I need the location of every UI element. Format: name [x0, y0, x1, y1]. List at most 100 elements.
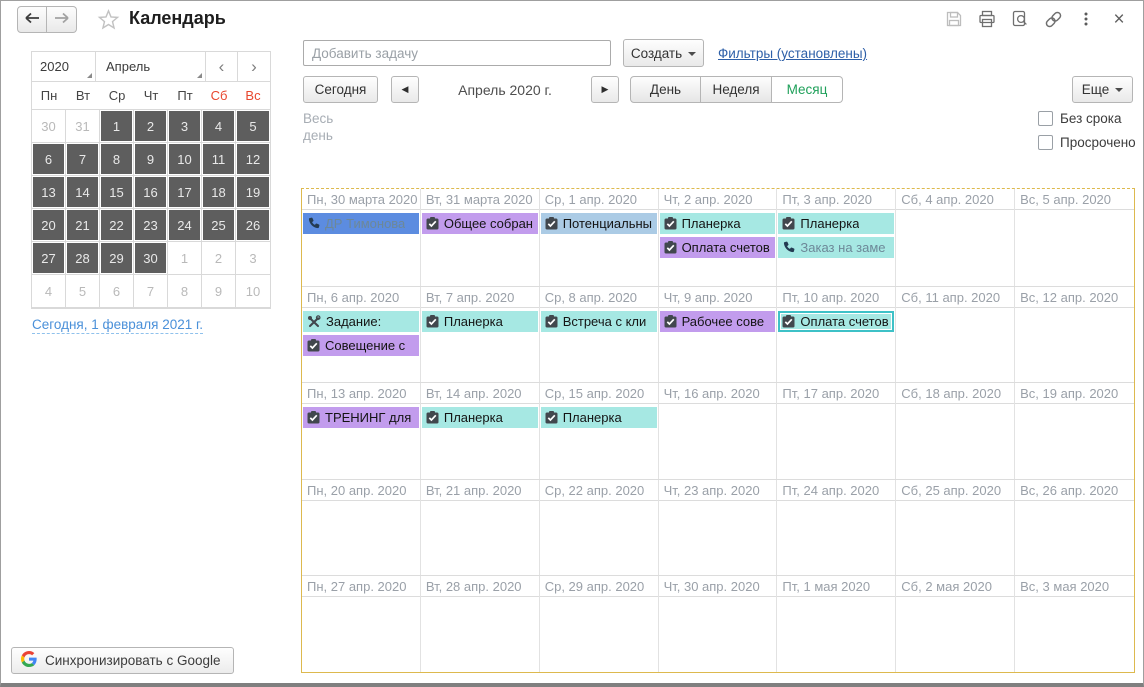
day-cell[interactable]: Пт, 1 мая 2020 [777, 576, 896, 672]
mini-day-cell[interactable]: 1 [168, 242, 202, 275]
calendar-event[interactable]: Оплата счетов [660, 237, 776, 258]
day-cell[interactable]: Пн, 20 апр. 2020 [302, 480, 421, 576]
mini-day-cell[interactable]: 19 [236, 176, 270, 209]
checkbox-icon[interactable] [1038, 111, 1053, 126]
year-select[interactable]: 2020 [32, 52, 96, 81]
forward-button[interactable] [47, 6, 77, 33]
filter-checkbox-row[interactable]: Просрочено [1038, 135, 1136, 150]
day-cell[interactable]: Вт, 31 марта 2020Общее собран [421, 189, 540, 286]
day-cell[interactable]: Ср, 22 апр. 2020 [540, 480, 659, 576]
mini-day-cell[interactable]: 22 [100, 209, 134, 242]
mini-day-cell[interactable]: 2 [134, 110, 168, 143]
create-button[interactable]: Создать [623, 39, 704, 67]
day-cell[interactable]: Вт, 14 апр. 2020Планерка [421, 383, 540, 479]
day-cell[interactable]: Сб, 11 апр. 2020 [896, 287, 1015, 383]
day-cell[interactable]: Чт, 9 апр. 2020Рабочее сове [659, 287, 778, 383]
day-cell[interactable]: Пт, 17 апр. 2020 [777, 383, 896, 479]
next-period-button[interactable]: ▶ [591, 76, 619, 103]
save-icon[interactable] [944, 9, 964, 29]
day-cell[interactable]: Сб, 4 апр. 2020 [896, 189, 1015, 286]
mini-day-cell[interactable]: 1 [100, 110, 134, 143]
mini-day-cell[interactable]: 9 [134, 143, 168, 176]
day-cell[interactable]: Ср, 29 апр. 2020 [540, 576, 659, 672]
day-cell[interactable]: Пн, 13 апр. 2020ТРЕНИНГ для [302, 383, 421, 479]
calendar-event[interactable]: Общее собран [422, 213, 538, 234]
view-tab[interactable]: Неделя [701, 76, 772, 103]
day-cell[interactable]: Пн, 30 марта 2020ДР Тимонова [302, 189, 421, 286]
filter-checkbox-row[interactable]: Без срока [1038, 111, 1136, 126]
day-cell[interactable]: Вт, 28 апр. 2020 [421, 576, 540, 672]
day-cell[interactable]: Вс, 12 апр. 2020 [1015, 287, 1134, 383]
mini-day-cell[interactable]: 18 [202, 176, 236, 209]
mini-day-cell[interactable]: 31 [66, 110, 100, 143]
day-cell[interactable]: Пт, 10 апр. 2020Оплата счетов [777, 287, 896, 383]
calendar-event[interactable]: ДР Тимонова [303, 213, 419, 234]
mini-day-cell[interactable]: 14 [66, 176, 100, 209]
mini-day-cell[interactable]: 9 [202, 275, 236, 308]
calendar-event[interactable]: Планерка [778, 213, 894, 234]
day-cell[interactable]: Сб, 2 мая 2020 [896, 576, 1015, 672]
day-cell[interactable]: Вс, 3 мая 2020 [1015, 576, 1134, 672]
mini-day-cell[interactable]: 15 [100, 176, 134, 209]
view-tab[interactable]: День [630, 76, 701, 103]
more-icon[interactable] [1076, 9, 1096, 29]
mini-day-cell[interactable]: 7 [66, 143, 100, 176]
calendar-event[interactable]: Совещение с [303, 335, 419, 356]
mini-day-cell[interactable]: 21 [66, 209, 100, 242]
calendar-event[interactable]: ТРЕНИНГ для [303, 407, 419, 428]
calendar-event[interactable]: Оплата счетов [778, 311, 894, 332]
mini-next-month-button[interactable]: › [238, 52, 270, 81]
mini-day-cell[interactable]: 4 [32, 275, 66, 308]
favorite-star-icon[interactable] [97, 8, 120, 34]
mini-day-cell[interactable]: 30 [134, 242, 168, 275]
day-cell[interactable]: Ср, 15 апр. 2020Планерка [540, 383, 659, 479]
more-button[interactable]: Еще [1072, 76, 1133, 103]
calendar-event[interactable]: Планерка [422, 311, 538, 332]
today-button[interactable]: Сегодня [303, 76, 378, 103]
mini-day-cell[interactable]: 3 [168, 110, 202, 143]
mini-day-cell[interactable]: 10 [168, 143, 202, 176]
day-cell[interactable]: Чт, 16 апр. 2020 [659, 383, 778, 479]
mini-day-cell[interactable]: 27 [32, 242, 66, 275]
mini-day-cell[interactable]: 29 [100, 242, 134, 275]
day-cell[interactable]: Ср, 8 апр. 2020Встреча с кли [540, 287, 659, 383]
calendar-event[interactable]: Встреча с кли [541, 311, 657, 332]
mini-day-cell[interactable]: 23 [134, 209, 168, 242]
day-cell[interactable]: Чт, 2 апр. 2020ПланеркаОплата счетов [659, 189, 778, 286]
mini-day-cell[interactable]: 4 [202, 110, 236, 143]
print-icon[interactable] [977, 9, 997, 29]
mini-day-cell[interactable]: 3 [236, 242, 270, 275]
google-sync-button[interactable]: Синхронизировать с Google [11, 647, 234, 674]
day-cell[interactable]: Вс, 5 апр. 2020 [1015, 189, 1134, 286]
mini-day-cell[interactable]: 28 [66, 242, 100, 275]
day-cell[interactable]: Вт, 21 апр. 2020 [421, 480, 540, 576]
calendar-event[interactable]: Планерка [541, 407, 657, 428]
calendar-event[interactable]: Планерка [422, 407, 538, 428]
mini-day-cell[interactable]: 6 [100, 275, 134, 308]
close-icon[interactable]: × [1109, 9, 1129, 29]
back-button[interactable] [17, 6, 47, 33]
link-icon[interactable] [1043, 9, 1063, 29]
mini-day-cell[interactable]: 11 [202, 143, 236, 176]
mini-day-cell[interactable]: 25 [202, 209, 236, 242]
mini-day-cell[interactable]: 6 [32, 143, 66, 176]
calendar-event[interactable]: Задание: [303, 311, 419, 332]
calendar-event[interactable]: Планерка [660, 213, 776, 234]
day-cell[interactable]: Пн, 27 апр. 2020 [302, 576, 421, 672]
day-cell[interactable]: Пт, 3 апр. 2020ПланеркаЗаказ на заме [777, 189, 896, 286]
day-cell[interactable]: Пт, 24 апр. 2020 [777, 480, 896, 576]
mini-day-cell[interactable]: 20 [32, 209, 66, 242]
mini-day-cell[interactable]: 7 [134, 275, 168, 308]
mini-day-cell[interactable]: 12 [236, 143, 270, 176]
filters-link[interactable]: Фильтры (установлены) [718, 46, 867, 61]
preview-icon[interactable] [1010, 9, 1030, 29]
mini-prev-month-button[interactable]: ‹ [206, 52, 238, 81]
day-cell[interactable]: Ср, 1 апр. 2020Потенциальны [540, 189, 659, 286]
mini-day-cell[interactable]: 2 [202, 242, 236, 275]
calendar-event[interactable]: Рабочее сове [660, 311, 776, 332]
mini-day-cell[interactable]: 8 [100, 143, 134, 176]
day-cell[interactable]: Чт, 23 апр. 2020 [659, 480, 778, 576]
mini-day-cell[interactable]: 26 [236, 209, 270, 242]
day-cell[interactable]: Чт, 30 апр. 2020 [659, 576, 778, 672]
day-cell[interactable]: Вт, 7 апр. 2020Планерка [421, 287, 540, 383]
